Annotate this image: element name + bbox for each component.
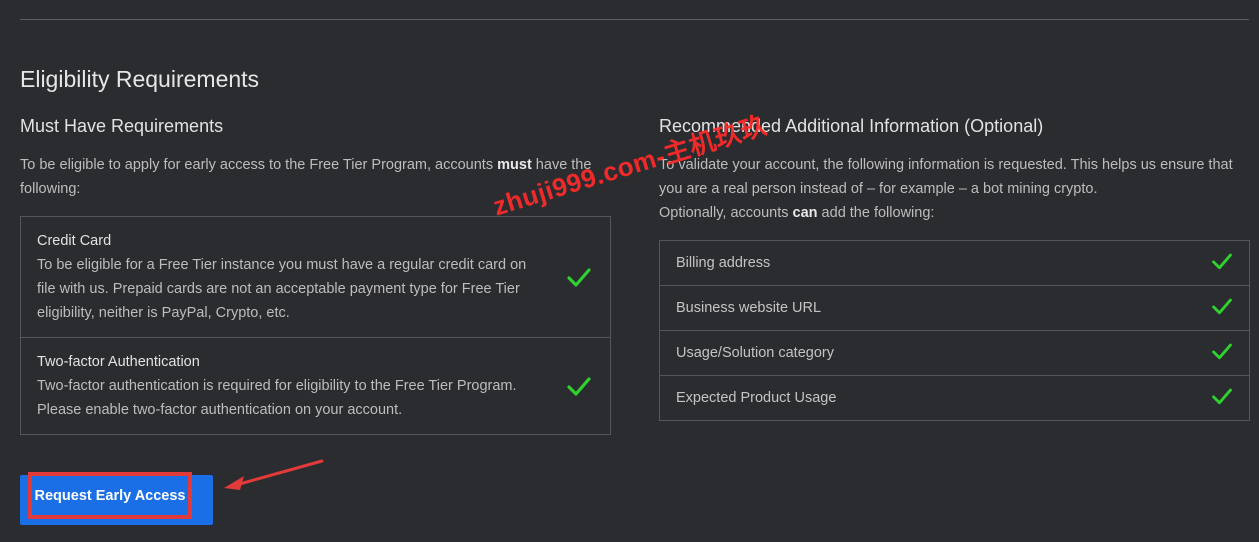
check-icon [566,373,592,399]
recommended-intro-bold: can [792,205,818,221]
requirement-two-factor: Two-factor Authentication Two-factor aut… [21,337,610,434]
check-icon [1211,340,1233,362]
must-have-heading: Must Have Requirements [20,116,224,136]
check-icon [566,264,592,290]
section-title: Eligibility Requirements [20,66,260,92]
request-early-access-button[interactable]: Request Early Access [28,472,192,519]
requirement-credit-card: Credit Card To be eligible for a Free Ti… [21,217,610,337]
check-icon [1211,385,1233,407]
check-icon [1211,250,1233,272]
top-divider [20,19,1249,20]
list-item: Expected Product Usage [660,375,1249,420]
requirement-title: Credit Card [37,233,112,249]
must-have-list: Credit Card To be eligible for a Free Ti… [20,216,611,435]
must-have-intro-bold: must [497,157,532,173]
must-have-intro-pre: To be eligible to apply for early access… [20,157,498,173]
item-label: Usage/Solution category [676,345,834,361]
recommended-intro: To validate your account, the following … [659,153,1250,225]
recommended-list: Billing address Business website URL Usa… [659,240,1250,421]
requirement-text: Two-factor authentication is required fo… [37,378,517,418]
check-icon [1211,295,1233,317]
item-label: Expected Product Usage [676,390,837,406]
item-label: Business website URL [676,300,822,316]
recommended-intro-pre: Optionally, accounts [659,205,793,221]
list-item: Business website URL [660,285,1249,330]
list-item: Billing address [660,241,1249,285]
recommended-intro-post: add the following: [817,205,935,221]
requirement-text: To be eligible for a Free Tier instance … [37,257,527,321]
annotation-arrow-icon [224,459,324,490]
list-item: Usage/Solution category [660,330,1249,375]
item-label: Billing address [676,255,771,271]
request-early-access-wrapper: Request Early Access [20,472,213,525]
requirement-title: Two-factor Authentication [37,354,200,370]
recommended-intro-line1: To validate your account, the following … [659,157,1233,197]
